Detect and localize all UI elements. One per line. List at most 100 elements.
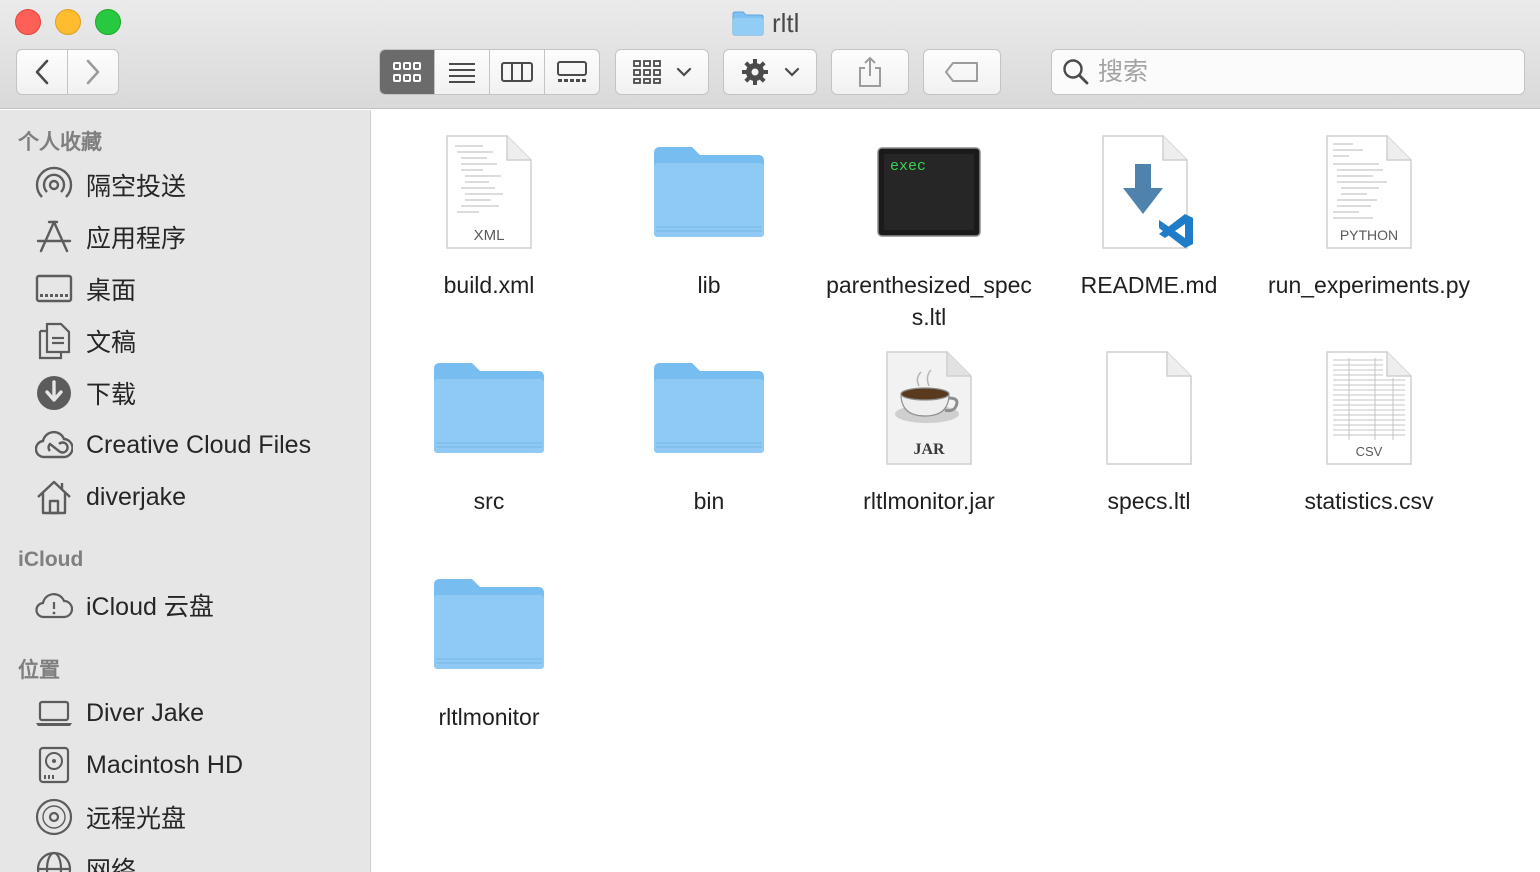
sidebar-item-label: 网络 <box>86 857 137 872</box>
icon-view-button[interactable] <box>380 50 434 94</box>
documents-icon <box>34 321 74 361</box>
sidebar-item-macintosh-hd[interactable]: Macintosh HD <box>34 743 364 787</box>
sidebar-item-airdrop[interactable]: 隔空投送 <box>34 163 364 207</box>
sidebar-item-label: Diver Jake <box>86 698 205 727</box>
sidebar-item-label: Macintosh HD <box>86 750 243 779</box>
folder-item[interactable]: bin <box>599 338 819 517</box>
back-button[interactable] <box>17 50 67 94</box>
folder-icon <box>732 11 764 36</box>
downloads-icon <box>34 373 74 413</box>
csv-file-icon: CSV <box>1299 338 1439 478</box>
group-icon <box>633 60 661 84</box>
window-title-text: rltl <box>772 7 800 38</box>
sidebar-item-label: iCloud 云盘 <box>86 593 214 621</box>
file-item[interactable]: PYTHON run_experiments.py <box>1259 122 1479 301</box>
home-icon <box>34 477 74 517</box>
chevron-down-icon <box>676 67 692 77</box>
sidebar-item-label: 文稿 <box>86 329 137 357</box>
folder-icon <box>639 338 779 478</box>
folder-icon <box>419 554 559 694</box>
creative-cloud-icon <box>34 425 74 465</box>
folder-icon <box>639 122 779 262</box>
network-icon <box>34 849 74 872</box>
exec-file-icon: exec <box>859 122 999 262</box>
file-name: specs.ltl <box>1107 488 1191 514</box>
sidebar-item-label: Creative Cloud Files <box>86 430 312 459</box>
navigation-group <box>16 49 119 95</box>
file-badge: XML <box>474 227 505 244</box>
action-menu-button[interactable] <box>723 49 817 95</box>
python-file-icon: PYTHON <box>1299 122 1439 262</box>
column-view-button[interactable] <box>489 50 544 94</box>
file-name: bin <box>693 488 725 514</box>
file-badge: PYTHON <box>1340 227 1398 243</box>
sidebar-item-label: 隔空投送 <box>86 173 187 201</box>
file-item[interactable]: XML build.xml <box>379 122 599 301</box>
folder-icon <box>419 338 559 478</box>
share-button[interactable] <box>831 49 909 95</box>
list-view-button[interactable] <box>434 50 489 94</box>
folder-item[interactable]: lib <box>599 122 819 301</box>
file-name: run_experiments.py <box>1268 272 1470 298</box>
column-view-icon <box>501 62 533 82</box>
favorites-section-title: 个人收藏 <box>18 131 102 154</box>
folder-item[interactable]: src <box>379 338 599 517</box>
sidebar-item-creative-cloud[interactable]: Creative Cloud Files <box>34 423 364 467</box>
tag-icon <box>945 62 978 82</box>
window-title: rltl <box>732 8 799 38</box>
file-item[interactable]: exec parenthesized_specs.ltl <box>819 122 1039 333</box>
file-name: src <box>473 488 505 514</box>
search-field[interactable] <box>1051 49 1525 95</box>
share-icon <box>859 56 881 87</box>
gallery-view-icon <box>557 61 587 82</box>
vscode-file-icon <box>1079 122 1219 262</box>
chevron-right-icon <box>86 59 100 85</box>
locations-section-title: 位置 <box>18 659 60 682</box>
file-item[interactable]: CSV statistics.csv <box>1259 338 1479 517</box>
sidebar-item-icloud-drive[interactable]: iCloud 云盘 <box>34 583 364 627</box>
sidebar-item-label: diverjake <box>86 482 187 511</box>
blank-file-icon <box>1079 338 1219 478</box>
tags-button[interactable] <box>923 49 1001 95</box>
folder-item[interactable]: rltlmonitor <box>379 554 599 733</box>
chevron-left-icon <box>35 59 49 85</box>
sidebar-item-network[interactable]: 网络 <box>34 847 364 872</box>
sidebar-item-applications[interactable]: 应用程序 <box>34 215 364 259</box>
xml-file-icon: XML <box>419 122 559 262</box>
file-item[interactable]: JAR rltlmonitor.jar <box>819 338 1039 517</box>
remote-disc-icon <box>34 797 74 837</box>
file-name: rltlmonitor.jar <box>863 488 995 514</box>
sidebar-item-desktop[interactable]: 桌面 <box>34 267 364 311</box>
sidebar-item-label: 下载 <box>86 381 137 409</box>
sidebar-item-remote-disc[interactable]: 远程光盘 <box>34 795 364 839</box>
file-item[interactable]: specs.ltl <box>1039 338 1259 517</box>
sidebar: 个人收藏 隔空投送 应用程序 桌面 文稿 下载 Creative Cloud F… <box>0 110 371 872</box>
hard-drive-icon <box>34 745 74 785</box>
sidebar-item-label: 桌面 <box>86 277 137 305</box>
search-input[interactable] <box>1098 57 1498 87</box>
icloud-section-title: iCloud <box>18 548 84 571</box>
file-name: build.xml <box>443 272 535 298</box>
group-by-button[interactable] <box>615 49 709 95</box>
file-name: README.md <box>1080 272 1218 298</box>
minimize-button[interactable] <box>55 9 81 35</box>
chevron-down-icon <box>784 67 800 77</box>
file-badge: CSV <box>1356 444 1383 459</box>
zoom-button[interactable] <box>95 9 121 35</box>
gallery-view-button[interactable] <box>544 50 599 94</box>
close-button[interactable] <box>15 9 41 35</box>
search-icon <box>1063 59 1089 85</box>
sidebar-item-diver-jake[interactable]: Diver Jake <box>34 691 364 735</box>
icloud-icon <box>34 585 74 625</box>
file-name: statistics.csv <box>1304 488 1434 514</box>
sidebar-item-home[interactable]: diverjake <box>34 475 364 519</box>
sidebar-item-documents[interactable]: 文稿 <box>34 319 364 363</box>
file-badge: JAR <box>913 441 945 458</box>
sidebar-item-downloads[interactable]: 下载 <box>34 371 364 415</box>
forward-button[interactable] <box>67 50 118 94</box>
sidebar-item-label: 应用程序 <box>86 225 187 253</box>
file-name: parenthesized_specs.ltl <box>826 272 1032 330</box>
file-item[interactable]: README.md <box>1039 122 1259 301</box>
file-badge: exec <box>890 158 926 175</box>
gear-icon <box>742 59 768 85</box>
